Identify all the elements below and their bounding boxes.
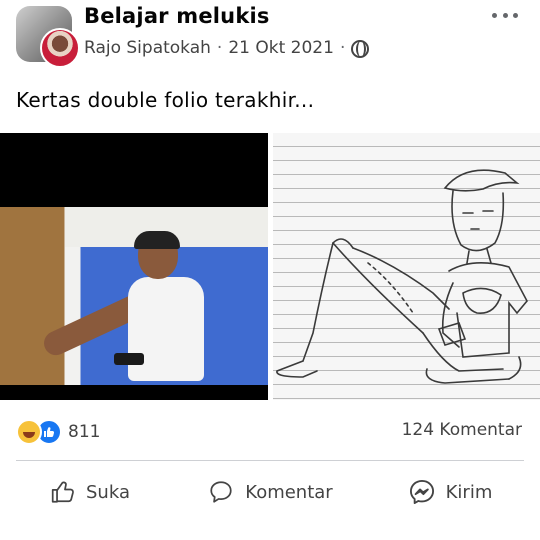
thumbs-up-icon bbox=[51, 481, 74, 503]
post-meta: Rajo Sipatokah · 21 Okt 2021 · bbox=[84, 38, 370, 58]
like-button-label: Suka bbox=[86, 481, 130, 503]
send-button-label: Kirim bbox=[445, 481, 493, 503]
group-name-link[interactable]: Belajar melukis bbox=[84, 4, 270, 28]
like-button[interactable]: Suka bbox=[0, 470, 180, 514]
post-text: Kertas double folio terakhir... bbox=[16, 88, 315, 112]
post-date-link[interactable]: 21 Okt 2021 bbox=[228, 38, 334, 58]
meta-separator: · bbox=[216, 38, 223, 58]
photo-floor bbox=[0, 385, 268, 400]
comment-count-link[interactable]: 124 Komentar bbox=[402, 420, 522, 440]
photo-left[interactable] bbox=[0, 133, 268, 400]
post-actions: Suka Komentar Kirim bbox=[0, 470, 540, 514]
author-avatar[interactable] bbox=[40, 28, 80, 68]
comment-button[interactable]: Komentar bbox=[180, 470, 360, 514]
comment-icon bbox=[210, 481, 232, 503]
haha-icon bbox=[16, 419, 42, 445]
photo-right[interactable] bbox=[273, 133, 540, 400]
group-avatar[interactable] bbox=[16, 6, 80, 68]
send-button[interactable]: Kirim bbox=[360, 470, 540, 514]
more-options-icon[interactable] bbox=[492, 8, 518, 22]
photo-person bbox=[40, 231, 212, 383]
messenger-icon bbox=[409, 479, 434, 505]
author-name-link[interactable]: Rajo Sipatokah bbox=[84, 38, 211, 58]
comment-button-label: Komentar bbox=[245, 481, 333, 503]
reaction-count: 811 bbox=[68, 422, 101, 442]
actions-divider bbox=[16, 460, 524, 461]
post-media bbox=[0, 133, 540, 400]
post-header: Belajar melukis Rajo Sipatokah · 21 Okt … bbox=[0, 0, 540, 72]
pencil-sketch bbox=[276, 169, 528, 384]
group-icon bbox=[351, 40, 370, 58]
meta-separator: · bbox=[339, 38, 346, 58]
reaction-summary[interactable]: 811 bbox=[16, 419, 100, 445]
